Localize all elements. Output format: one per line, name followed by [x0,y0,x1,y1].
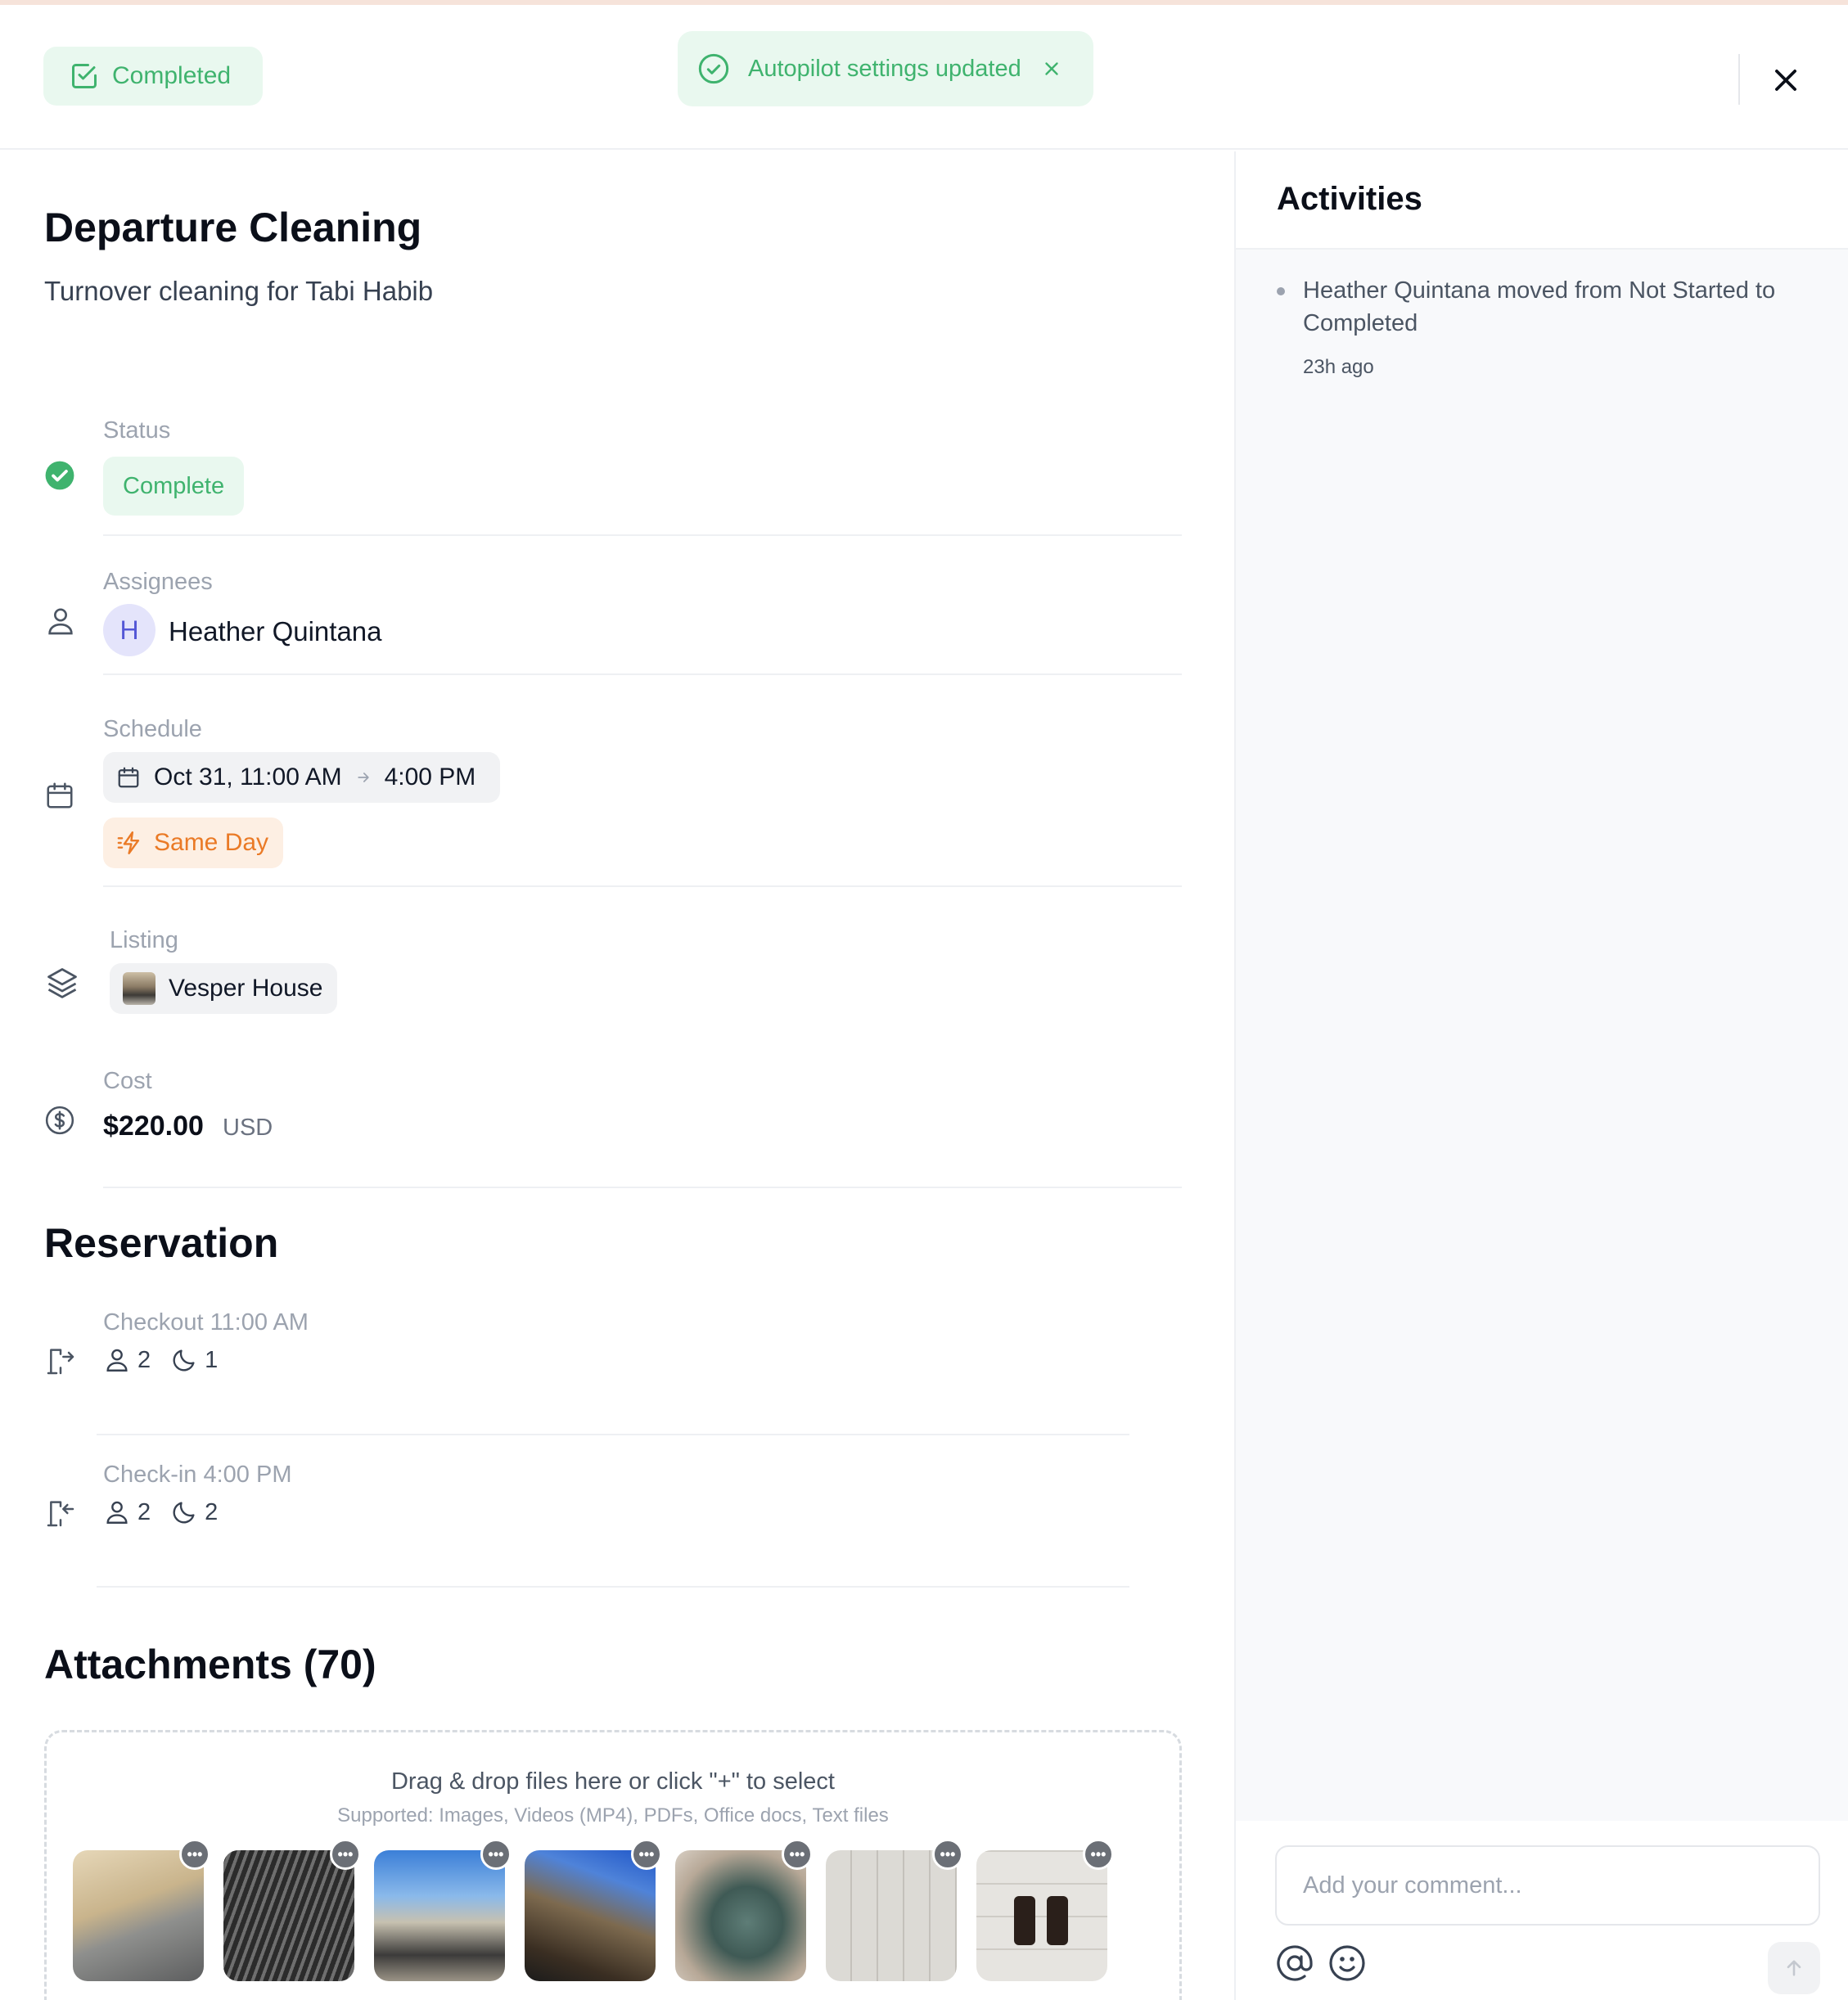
schedule-field: Schedule Oct 31, 11:00 AM 4:00 PM Same D… [44,716,1182,896]
listing-field: Listing Vesper House [44,927,1182,1058]
avatar[interactable]: H [103,604,156,656]
arrow-up-icon [1787,1960,1801,1976]
send-comment-button[interactable] [1768,1942,1820,1994]
moon-icon [173,1502,195,1524]
calendar-icon [47,782,73,809]
checkin-label: Check-in 4:00 PM [103,1462,292,1488]
task-header: Completed Autopilot settings updated [0,5,1848,150]
toast-message: Autopilot settings updated [748,55,1021,82]
checkout-guests: 2 [137,1346,151,1373]
activity-text: Heather Quintana moved from Not Started … [1303,277,1776,336]
check-circle-icon [698,53,729,84]
completed-status-label: Completed [112,62,232,89]
door-exit-icon [47,1349,74,1375]
schedule-label: Schedule [103,716,202,742]
same-day-label: Same Day [154,829,269,856]
toast-close-button[interactable] [1041,58,1062,79]
listing-label: Listing [110,927,178,953]
header-divider [1738,54,1740,105]
checkin-stats: 2 2 [103,1498,218,1527]
more-options-icon[interactable]: ••• [179,1839,210,1870]
check-circle-filled-icon [45,461,74,490]
activities-header: Activities [1236,151,1848,250]
mention-icon[interactable] [1275,1944,1314,1983]
attachment-thumbnail[interactable]: ••• [223,1839,367,1994]
moon-icon [173,1349,195,1372]
cost-currency: USD [223,1115,273,1141]
schedule-end: 4:00 PM [384,764,476,791]
activity-bullet [1277,287,1285,295]
cost-amount: $220.00 [103,1110,204,1142]
dropzone-supported-types: Supported: Images, Videos (MP4), PDFs, O… [337,1804,889,1827]
status-field: Status Complete [44,417,1182,548]
attachment-thumbnail[interactable]: ••• [374,1839,518,1994]
close-icon [1045,62,1058,75]
divider [97,1434,1129,1435]
attachments-title: Attachments (70) [44,1642,376,1687]
user-icon [106,1501,128,1524]
activities-panel: Activities Heather Quintana moved from N… [1234,151,1848,2000]
listing-pill[interactable]: Vesper House [110,963,338,1014]
task-subtitle: Turnover cleaning for Tabi Habib [44,276,434,306]
user-icon [48,608,73,635]
more-options-icon[interactable]: ••• [1083,1839,1114,1870]
cost-field: Cost $220.00 USD [44,1068,1182,1199]
checkin-nights: 2 [205,1498,219,1525]
reservation-title: Reservation [44,1220,279,1266]
checkin-guests: 2 [137,1498,151,1525]
attachment-thumbnail[interactable]: ••• [826,1839,970,1994]
same-day-tag[interactable]: Same Day [103,818,284,868]
attachment-thumbnail[interactable]: ••• [525,1839,669,1994]
close-panel-button[interactable] [1768,62,1804,98]
divider [103,534,1182,536]
schedule-start: Oct 31, 11:00 AM [154,764,342,791]
divider [103,885,1182,887]
activity-time: 23h ago [1303,356,1374,378]
attachment-thumbnail[interactable]: ••• [976,1839,1120,1994]
comment-composer [1236,1821,1848,2000]
task-details-panel: Departure Cleaning Turnover cleaning for… [0,151,1234,2000]
checkout-nights: 1 [205,1346,219,1373]
listing-thumbnail [123,972,156,1005]
calendar-icon [118,767,139,788]
checkbox-check-icon [72,64,97,88]
activities-title: Activities [1277,181,1422,217]
dropzone-instructions: Drag & drop files here or click "+" to s… [390,1768,835,1795]
divider [97,1586,1129,1588]
listing-name: Vesper House [169,975,323,1002]
status-value[interactable]: Complete [103,457,245,516]
comment-input[interactable] [1275,1845,1820,1926]
emoji-icon[interactable] [1327,1944,1367,1983]
door-enter-icon [47,1501,74,1527]
attachments-dropzone[interactable]: Drag & drop files here or click "+" to s… [44,1730,1182,2000]
arrow-right-icon [357,773,369,782]
divider [103,673,1182,675]
more-options-icon[interactable]: ••• [932,1839,963,1870]
cost-label: Cost [103,1068,152,1094]
checkout-stats: 2 1 [103,1345,218,1375]
more-options-icon[interactable]: ••• [782,1839,813,1870]
checkout-label: Checkout 11:00 AM [103,1309,309,1336]
checkin-row: Check-in 4:00 PM 2 2 [44,1462,1129,1609]
attachment-thumbnail[interactable]: ••• [73,1839,217,1994]
more-options-icon[interactable]: ••• [631,1839,662,1870]
completed-status-badge[interactable]: Completed [43,47,263,106]
status-label: Status [103,417,171,444]
checkout-row: Checkout 11:00 AM 2 1 [44,1309,1129,1457]
more-options-icon[interactable]: ••• [480,1839,512,1870]
more-options-icon[interactable]: ••• [330,1839,361,1870]
assignees-label: Assignees [103,569,213,595]
close-icon [1775,70,1796,91]
lightning-icon [117,831,140,854]
task-title: Departure Cleaning [44,205,422,250]
assignee-name[interactable]: Heather Quintana [169,616,382,647]
layers-icon [47,968,77,998]
user-icon [106,1349,128,1372]
assignees-field: Assignees H Heather Quintana [44,569,1182,700]
toast-notification: Autopilot settings updated [678,31,1093,106]
schedule-datetime-pill[interactable]: Oct 31, 11:00 AM 4:00 PM [103,752,501,803]
dollar-circle-icon [45,1106,74,1135]
attachment-thumbnail[interactable]: ••• [675,1839,819,1994]
